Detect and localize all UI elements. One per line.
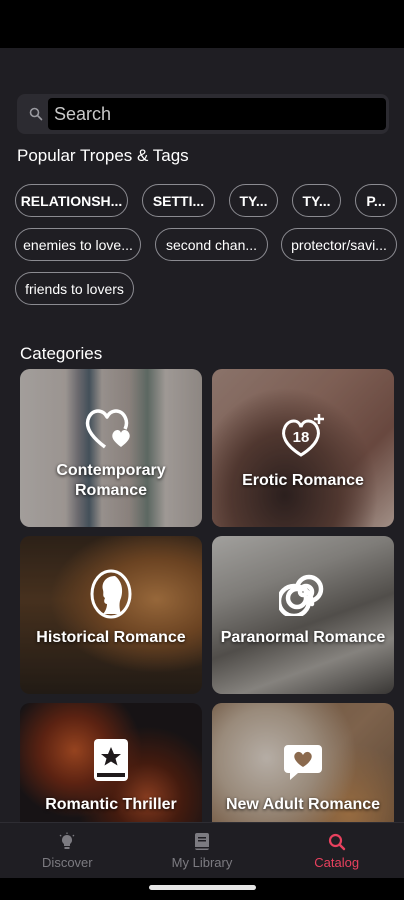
book-icon <box>195 832 209 850</box>
categories-section-title: Categories <box>20 344 103 363</box>
nav-item-discover[interactable]: Discover <box>0 823 135 878</box>
search-icon <box>24 102 48 126</box>
system-gesture-area <box>0 878 404 900</box>
category-label: Contemporary Romance <box>56 462 166 499</box>
spiral-icon <box>279 574 324 616</box>
status-bar <box>0 0 404 48</box>
home-indicator[interactable] <box>149 885 256 890</box>
heart-18-plus-icon: 18 <box>282 414 324 457</box>
catalog-screen: Popular Tropes & Tags RELATIONSH... SETT… <box>0 48 404 822</box>
lightbulb-icon <box>59 832 75 849</box>
nav-label: My Library <box>171 854 233 870</box>
category-card-paranormal[interactable]: Paranormal Romance <box>212 536 394 694</box>
nav-item-my-library[interactable]: My Library <box>135 823 270 878</box>
tag-chip-relationship[interactable]: RELATIONSH... <box>15 184 128 217</box>
trope-chip-protector-savior[interactable]: protector/savi... <box>281 228 397 261</box>
tag-chip-setting[interactable]: SETTI... <box>142 184 215 217</box>
tag-chip-type-2[interactable]: TY... <box>292 184 341 217</box>
category-label: Paranormal Romance <box>220 629 386 646</box>
category-label: Romantic Thriller <box>45 796 177 813</box>
search-icon <box>328 833 345 850</box>
trope-chip-second-chance[interactable]: second chan... <box>155 228 268 261</box>
category-label: Erotic Romance <box>242 472 364 489</box>
tropes-section-title: Popular Tropes & Tags <box>17 146 189 165</box>
speech-heart-icon <box>284 745 322 780</box>
category-card-romantic-thriller[interactable]: Romantic Thriller <box>20 703 202 822</box>
category-card-new-adult[interactable]: New Adult Romance <box>212 703 394 822</box>
category-label: New Adult Romance <box>225 796 381 813</box>
nav-item-catalog[interactable]: Catalog <box>269 823 404 878</box>
category-card-historical[interactable]: Historical Romance <box>20 536 202 694</box>
tag-chip-type-1[interactable]: TY... <box>229 184 278 217</box>
bottom-navigation: Discover My Library Catalog <box>0 822 404 878</box>
trope-chip-enemies-to-lovers[interactable]: enemies to love... <box>15 228 141 261</box>
category-label: Historical Romance <box>36 629 186 646</box>
search-bar[interactable] <box>17 94 389 134</box>
trope-chip-friends-to-lovers[interactable]: friends to lovers <box>15 272 134 305</box>
search-input[interactable] <box>48 98 386 130</box>
nav-label: Catalog <box>314 854 360 870</box>
category-card-contemporary[interactable]: Contemporary Romance <box>20 369 202 527</box>
hearts-icon <box>85 409 130 449</box>
nav-label: Discover <box>42 854 93 870</box>
book-star-icon <box>94 739 128 781</box>
category-card-erotic[interactable]: 18 Erotic Romance <box>212 369 394 527</box>
tag-chip-p[interactable]: P... <box>355 184 397 217</box>
svg-text:18: 18 <box>293 429 310 446</box>
lady-silhouette-icon <box>90 569 132 619</box>
